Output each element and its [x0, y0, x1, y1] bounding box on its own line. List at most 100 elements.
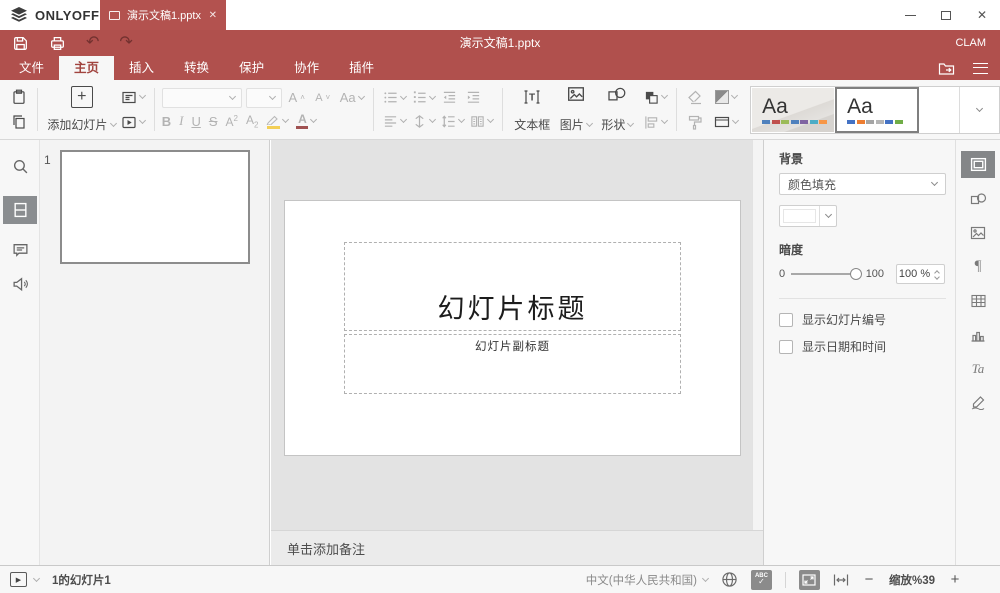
copy-button[interactable] — [8, 111, 30, 133]
search-button[interactable] — [3, 152, 37, 180]
align-shape-button[interactable] — [642, 111, 669, 133]
preview-button[interactable] — [119, 111, 147, 133]
spellcheck-toggle[interactable]: ABC✓ — [751, 570, 772, 590]
menu-tab-transitions[interactable]: 转换 — [169, 56, 224, 80]
vertical-align-button[interactable] — [410, 110, 437, 132]
textart-settings-button[interactable]: Ta — [961, 355, 995, 382]
theme-gallery-expand-button[interactable] — [959, 87, 999, 133]
document-language-globe-icon[interactable] — [721, 571, 738, 588]
notes-area[interactable]: 单击添加备注 — [271, 530, 763, 565]
increase-indent-button[interactable] — [463, 87, 485, 109]
chevron-down-icon — [661, 117, 668, 124]
zoom-in-button[interactable]: + — [948, 571, 962, 588]
columns-button[interactable] — [468, 110, 495, 132]
window-close-button[interactable]: ✕ — [964, 0, 1000, 30]
start-slideshow-button[interactable]: ▶ — [10, 572, 27, 587]
slide-thumbnail[interactable] — [60, 150, 250, 264]
window-minimize-button[interactable] — [892, 0, 928, 30]
spin-down-icon[interactable] — [934, 274, 940, 280]
add-slide-plus-icon[interactable]: + — [71, 86, 93, 108]
slide-size-button[interactable] — [712, 111, 740, 133]
chevron-down-icon[interactable] — [33, 574, 40, 581]
bullets-button[interactable] — [381, 87, 408, 109]
menu-hamburger-icon[interactable] — [973, 63, 988, 74]
slides-panel-button[interactable] — [3, 196, 37, 224]
show-date-time-checkbox[interactable] — [779, 340, 793, 354]
decrease-font-button[interactable]: A˅ — [312, 87, 334, 109]
arrange-shape-button[interactable] — [642, 86, 669, 108]
feedback-button[interactable] — [3, 270, 37, 298]
tab-close-icon[interactable]: ✕ — [209, 10, 217, 21]
show-slide-number-checkbox[interactable] — [779, 313, 793, 327]
menu-tab-plugins[interactable]: 插件 — [334, 56, 389, 80]
spinbox-arrows[interactable] — [932, 269, 944, 279]
theme-color-swatches — [762, 120, 827, 124]
opacity-slider-handle[interactable] — [850, 268, 862, 280]
menu-tab-home[interactable]: 主页 — [59, 56, 114, 80]
open-file-location-icon[interactable] — [938, 61, 955, 76]
opacity-slider[interactable] — [791, 273, 856, 275]
chevron-down-icon — [282, 116, 289, 123]
show-date-time-row[interactable]: 显示日期和时间 — [779, 338, 945, 355]
increase-font-button[interactable]: A˄ — [286, 87, 308, 109]
numbering-button[interactable] — [410, 87, 437, 109]
shape-fill-button[interactable] — [712, 86, 740, 108]
decrease-indent-button[interactable] — [439, 87, 461, 109]
paragraph-settings-button[interactable]: ¶ — [961, 253, 995, 280]
font-name-combo[interactable] — [162, 88, 242, 108]
insert-shape-group[interactable]: 形状 — [597, 86, 639, 133]
menu-tab-insert[interactable]: 插入 — [114, 56, 169, 80]
line-spacing-button[interactable] — [439, 110, 466, 132]
fit-to-width-icon[interactable] — [833, 573, 849, 587]
font-color-button[interactable]: A — [296, 113, 308, 129]
clear-style-button[interactable] — [684, 86, 706, 108]
print-icon[interactable] — [49, 35, 66, 52]
change-case-button[interactable]: Aa — [338, 87, 366, 109]
show-slide-number-row[interactable]: 显示幻灯片编号 — [779, 311, 945, 328]
comments-button[interactable] — [3, 236, 37, 264]
highlight-color-button[interactable] — [266, 114, 280, 129]
window-maximize-button[interactable] — [928, 0, 964, 30]
menu-tab-collaboration[interactable]: 协作 — [279, 56, 334, 80]
statusbar-right: 中文(中华人民共和国) ABC✓ − 缩放%39 + — [586, 570, 1000, 590]
save-icon[interactable] — [12, 35, 29, 52]
italic-button[interactable]: I — [179, 113, 183, 129]
color-dropdown-button[interactable] — [819, 206, 836, 226]
image-settings-button[interactable] — [961, 219, 995, 246]
subscript-button[interactable]: A2 — [246, 113, 258, 129]
font-size-combo[interactable] — [246, 88, 282, 108]
fit-to-slide-toggle[interactable] — [799, 570, 820, 590]
insert-image-group[interactable]: 图片 — [555, 86, 597, 133]
vertical-scrollbar[interactable] — [752, 140, 763, 565]
shape-settings-button[interactable] — [961, 185, 995, 212]
slide-settings-button[interactable] — [961, 151, 995, 178]
slide-editing-surface[interactable]: 幻灯片标题 幻灯片副标题 — [284, 200, 741, 456]
undo-icon[interactable]: ↶ — [86, 35, 99, 51]
redo-icon[interactable]: ↷ — [119, 35, 132, 51]
title-placeholder[interactable]: 幻灯片标题 — [344, 242, 681, 331]
subtitle-placeholder[interactable]: 幻灯片副标题 — [344, 334, 681, 394]
copy-style-button[interactable] — [684, 111, 706, 133]
theme-option-1[interactable]: Aa — [752, 88, 834, 132]
document-tab[interactable]: 演示文稿1.pptx ✕ — [100, 0, 226, 30]
background-color-picker[interactable] — [779, 205, 837, 227]
bold-button[interactable]: B — [162, 114, 171, 129]
insert-textbox-group[interactable]: T 文本框 — [510, 86, 555, 133]
underline-button[interactable]: U — [191, 114, 200, 129]
paste-button[interactable] — [8, 86, 30, 108]
zoom-out-button[interactable]: − — [862, 571, 876, 588]
background-fill-select[interactable]: 颜色填充 — [779, 173, 946, 195]
menu-tab-file[interactable]: 文件 — [4, 56, 59, 80]
opacity-spinbox[interactable]: 100 % — [896, 264, 945, 284]
horizontal-align-button[interactable] — [381, 110, 408, 132]
theme-option-2-selected[interactable]: Aa — [835, 87, 919, 133]
chart-settings-button[interactable] — [961, 321, 995, 348]
strikeout-button[interactable]: S — [209, 114, 218, 129]
change-layout-button[interactable] — [119, 86, 147, 108]
table-settings-button[interactable] — [961, 287, 995, 314]
language-selector[interactable]: 中文(中华人民共和国) — [586, 572, 708, 588]
signature-settings-button[interactable] — [961, 389, 995, 416]
add-slide-group[interactable]: + 添加幻灯片 — [45, 86, 119, 133]
superscript-button[interactable]: A2 — [226, 114, 238, 129]
menu-tab-protection[interactable]: 保护 — [224, 56, 279, 80]
